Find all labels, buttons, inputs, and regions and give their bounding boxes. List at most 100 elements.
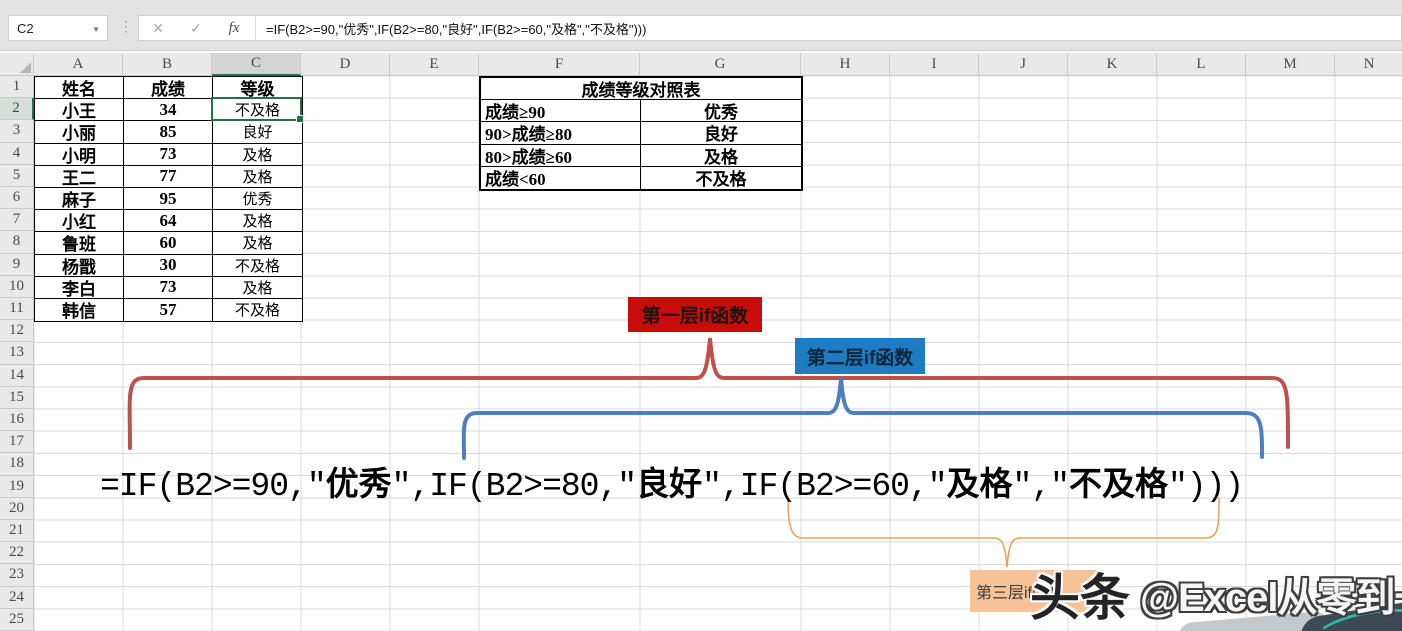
- second-level-brace: [464, 377, 1262, 458]
- column-header-A[interactable]: A: [34, 53, 123, 76]
- score-table-cell[interactable]: 不及格: [213, 255, 302, 277]
- watermark: 头条 @Excel从零到一: [1030, 558, 1402, 630]
- select-all-triangle-icon: [20, 62, 31, 73]
- score-table-cell[interactable]: 麻子: [35, 188, 124, 210]
- score-table-cell[interactable]: 及格: [213, 144, 302, 166]
- score-table-cell[interactable]: 小红: [35, 210, 124, 232]
- score-table-cell[interactable]: 及格: [213, 210, 302, 232]
- cancel-icon[interactable]: ✕: [139, 20, 177, 37]
- score-table-cell[interactable]: 鲁班: [35, 232, 124, 254]
- second-level-if-label[interactable]: 第二层if函数: [795, 338, 925, 374]
- column-header-J[interactable]: J: [979, 53, 1068, 76]
- grade-table-cell[interactable]: 成绩<60: [481, 167, 641, 189]
- name-box[interactable]: C2 ▼: [8, 15, 108, 41]
- score-table-cell[interactable]: 60: [124, 232, 213, 254]
- score-table-cell[interactable]: 95: [124, 188, 213, 210]
- score-table-cell[interactable]: 韩信: [35, 299, 124, 321]
- row-header-4[interactable]: 4: [0, 143, 34, 165]
- column-header-I[interactable]: I: [890, 53, 979, 76]
- select-all-corner[interactable]: [0, 53, 34, 76]
- column-header-N[interactable]: N: [1335, 53, 1402, 76]
- score-table-cell[interactable]: 30: [124, 255, 213, 277]
- row-header-24[interactable]: 24: [0, 587, 34, 609]
- score-table-cell[interactable]: 王二: [35, 166, 124, 188]
- row-header-16[interactable]: 16: [0, 409, 34, 431]
- grade-table-cell[interactable]: 80>成绩≥60: [481, 145, 641, 167]
- column-header-F[interactable]: F: [479, 53, 640, 76]
- enter-icon[interactable]: ✓: [177, 20, 215, 37]
- score-table-cell[interactable]: 小明: [35, 144, 124, 166]
- grade-table-cell[interactable]: 90>成绩≥80: [481, 122, 641, 144]
- score-table-cell[interactable]: 优秀: [213, 188, 302, 210]
- score-table-cell[interactable]: 小丽: [35, 121, 124, 143]
- row-header-14[interactable]: 14: [0, 365, 34, 387]
- row-header-19[interactable]: 19: [0, 476, 34, 498]
- score-table-cell[interactable]: 及格: [213, 232, 302, 254]
- row-header-23[interactable]: 23: [0, 564, 34, 586]
- formula-bar-drag-dots-icon[interactable]: ⋮: [119, 18, 131, 35]
- row-header-11[interactable]: 11: [0, 298, 34, 320]
- formula-bar-divider: [255, 16, 256, 40]
- score-table-cell[interactable]: 不及格: [213, 299, 302, 321]
- row-header-18[interactable]: 18: [0, 453, 34, 475]
- excel-window: C2 ▼ ⋮ ✕ ✓ fx =IF(B2>=90,"优秀",IF(B2>=80,…: [0, 0, 1402, 631]
- score-table-cell[interactable]: 73: [124, 277, 213, 299]
- row-header-22[interactable]: 22: [0, 542, 34, 564]
- score-table-cell[interactable]: 85: [124, 121, 213, 143]
- row-header-12[interactable]: 12: [0, 320, 34, 342]
- score-table-cell[interactable]: 57: [124, 299, 213, 321]
- row-header-15[interactable]: 15: [0, 387, 34, 409]
- row-header-10[interactable]: 10: [0, 276, 34, 298]
- row-header-20[interactable]: 20: [0, 498, 34, 520]
- first-level-brace: [130, 338, 1288, 448]
- score-table-header-cell[interactable]: 等级: [213, 77, 302, 99]
- big-formula-text: =IF(B2>=90,"优秀",IF(B2>=80,"良好",IF(B2>=60…: [100, 464, 1243, 504]
- grade-table-cell[interactable]: 不及格: [641, 167, 801, 189]
- score-table-header-cell[interactable]: 成绩: [124, 77, 213, 99]
- column-header-K[interactable]: K: [1068, 53, 1157, 76]
- score-table-cell[interactable]: 及格: [213, 277, 302, 299]
- grade-table-cell[interactable]: 优秀: [641, 100, 801, 122]
- row-header-7[interactable]: 7: [0, 209, 34, 231]
- row-header-13[interactable]: 13: [0, 342, 34, 364]
- insert-function-icon[interactable]: fx: [215, 20, 253, 37]
- grade-table-cell[interactable]: 良好: [641, 122, 801, 144]
- row-header-17[interactable]: 17: [0, 431, 34, 453]
- column-header-G[interactable]: G: [640, 53, 801, 76]
- row-header-21[interactable]: 21: [0, 520, 34, 542]
- grade-table-title[interactable]: 成绩等级对照表: [481, 78, 801, 100]
- row-header-5[interactable]: 5: [0, 165, 34, 187]
- score-table-cell[interactable]: 77: [124, 166, 213, 188]
- row-header-2[interactable]: 2: [0, 98, 34, 120]
- score-table-header-cell[interactable]: 姓名: [35, 77, 124, 99]
- namebox-dropdown-icon[interactable]: ▼: [92, 25, 100, 34]
- column-header-C[interactable]: C: [212, 53, 301, 76]
- score-table-cell[interactable]: 李白: [35, 277, 124, 299]
- score-table-cell[interactable]: 64: [124, 210, 213, 232]
- score-table-cell[interactable]: 小王: [35, 99, 124, 121]
- row-header-3[interactable]: 3: [0, 120, 34, 142]
- column-header-M[interactable]: M: [1246, 53, 1335, 76]
- row-header-8[interactable]: 8: [0, 231, 34, 253]
- row-header-25[interactable]: 25: [0, 609, 34, 631]
- score-table-cell[interactable]: 73: [124, 144, 213, 166]
- formula-bar: ✕ ✓ fx =IF(B2>=90,"优秀",IF(B2>=80,"良好",IF…: [138, 15, 1402, 41]
- grade-table-cell[interactable]: 及格: [641, 145, 801, 167]
- row-header-6[interactable]: 6: [0, 187, 34, 209]
- first-level-if-label[interactable]: 第一层if函数: [628, 297, 762, 332]
- column-header-L[interactable]: L: [1157, 53, 1246, 76]
- column-header-B[interactable]: B: [123, 53, 212, 76]
- score-table-cell[interactable]: 杨戬: [35, 255, 124, 277]
- fill-handle[interactable]: [296, 115, 304, 123]
- score-table-cell[interactable]: 及格: [213, 166, 302, 188]
- watermark-handle: @Excel从零到一: [1140, 565, 1402, 623]
- column-header-E[interactable]: E: [390, 53, 479, 76]
- row-header-1[interactable]: 1: [0, 76, 34, 98]
- grade-table-cell[interactable]: 成绩≥90: [481, 100, 641, 122]
- score-table-cell[interactable]: 34: [124, 99, 213, 121]
- score-table-cell[interactable]: 良好: [213, 121, 302, 143]
- row-header-9[interactable]: 9: [0, 254, 34, 276]
- formula-input[interactable]: =IF(B2>=90,"优秀",IF(B2>=80,"良好",IF(B2>=60…: [258, 19, 646, 38]
- column-header-H[interactable]: H: [801, 53, 890, 76]
- column-header-D[interactable]: D: [301, 53, 390, 76]
